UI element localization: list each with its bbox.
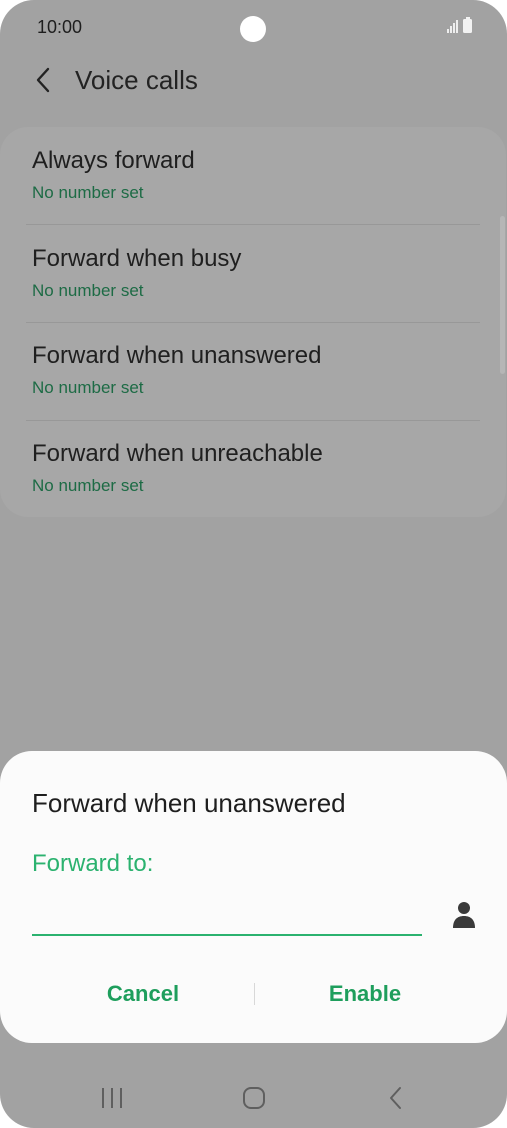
signal-icon [447, 20, 458, 33]
list-item-subtitle: No number set [32, 476, 144, 495]
back-arrow-icon [36, 67, 50, 93]
camera-cutout [240, 16, 266, 42]
forward-number-input[interactable] [32, 898, 422, 936]
list-item-title: Forward when unanswered [32, 342, 322, 369]
battery-icon [463, 17, 472, 33]
dialog-title: Forward when unanswered [32, 788, 346, 818]
list-item-forward-unanswered[interactable]: Forward when unanswered No number set [0, 322, 506, 419]
list-item-always-forward[interactable]: Always forward No number set [0, 127, 506, 224]
list-item-forward-unreachable[interactable]: Forward when unreachable No number set [0, 420, 506, 517]
nav-back-button[interactable] [366, 1070, 426, 1126]
forward-dialog: Forward when unanswered Forward to: Canc… [0, 751, 507, 1043]
status-bar: 10:00 [0, 0, 507, 56]
list-item-title: Always forward [32, 147, 195, 174]
nav-back-icon [390, 1087, 401, 1109]
home-icon [243, 1087, 265, 1109]
list-item-subtitle: No number set [32, 281, 144, 300]
list-item-title: Forward when busy [32, 245, 242, 272]
app-bar: Voice calls [0, 56, 507, 104]
list-item-subtitle: No number set [32, 378, 144, 397]
list-item-forward-busy[interactable]: Forward when busy No number set [0, 225, 506, 322]
scrollbar[interactable] [500, 216, 505, 374]
recents-button[interactable] [82, 1070, 142, 1126]
contact-person-icon [453, 902, 475, 928]
enable-button[interactable]: Enable [255, 971, 475, 1017]
back-button[interactable] [26, 62, 60, 98]
dialog-button-row: Cancel Enable [0, 971, 507, 1017]
contact-picker-button[interactable] [446, 897, 482, 933]
status-icons [447, 17, 472, 33]
navigation-bar [0, 1070, 507, 1126]
home-button[interactable] [224, 1070, 284, 1126]
page-title: Voice calls [75, 65, 198, 95]
list-item-title: Forward when unreachable [32, 440, 323, 467]
list-item-subtitle: No number set [32, 183, 144, 202]
forward-to-label: Forward to: [32, 850, 154, 877]
forwarding-options-card: Always forward No number set Forward whe… [0, 127, 506, 517]
cancel-button[interactable]: Cancel [33, 971, 253, 1017]
phone-screen: 10:00 Voice calls Always forward No numb… [0, 0, 507, 1128]
status-time: 10:00 [37, 17, 83, 37]
recents-icon [102, 1088, 122, 1108]
